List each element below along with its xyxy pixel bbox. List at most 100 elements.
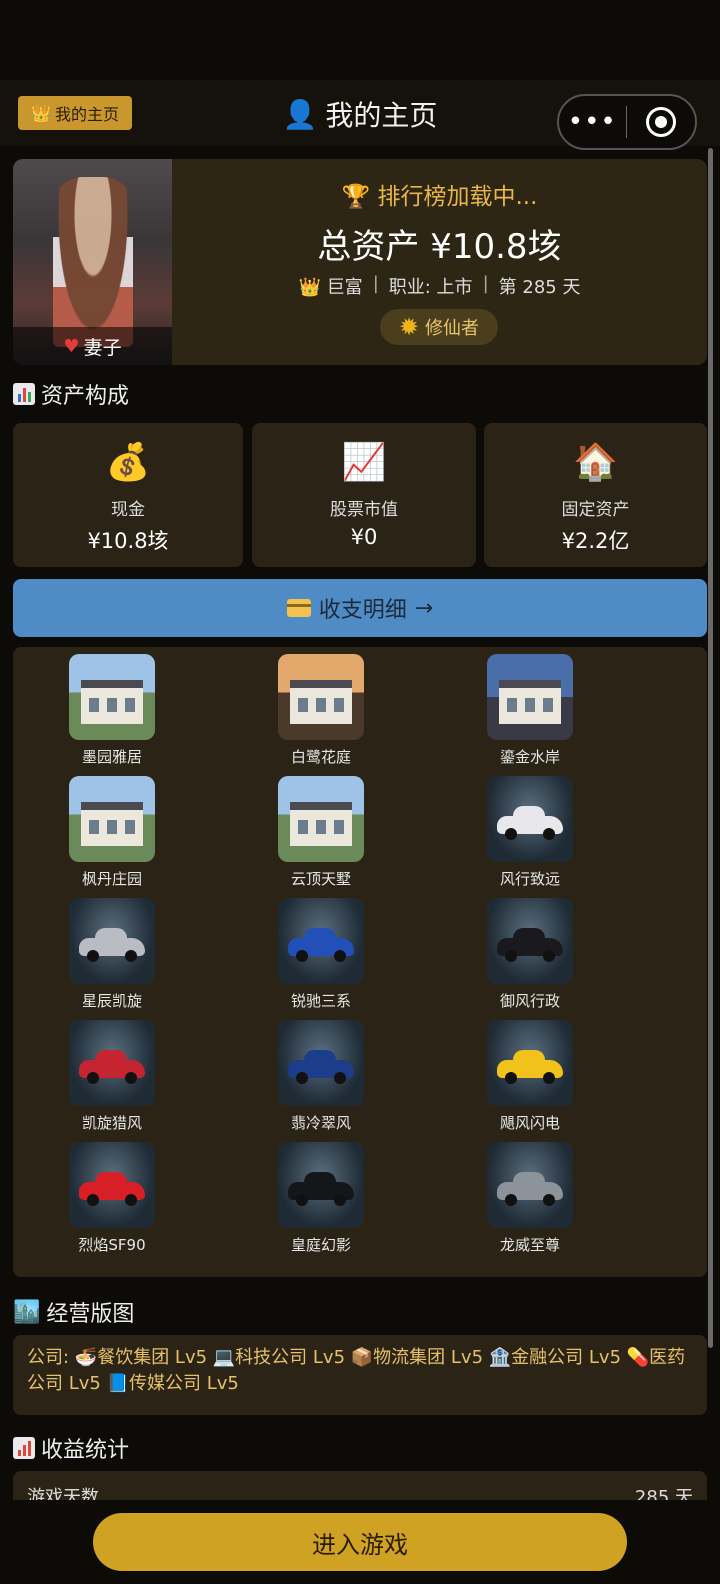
property-gallery: 墨园雅居 白鹭花庭 鎏金水岸枫丹庄园 云顶天墅 风行致远星辰凯旋 锐驰三系 御风行政凯旋猎风… <box>13 647 707 1277</box>
chart-up-icon <box>13 1437 35 1459</box>
house-thumbnail <box>69 654 155 740</box>
spouse-portrait-image <box>53 177 133 347</box>
meta-divider: | <box>482 273 489 294</box>
car-item[interactable]: 风行致远 <box>475 776 585 889</box>
profile-info: 🏆 排行榜加载中... 总资产 ¥10.8垓 👑 巨富 | 职业: 上市 | 第… <box>172 159 707 365</box>
house-item[interactable]: 鎏金水岸 <box>475 654 585 767</box>
car-item[interactable]: 翡冷翠风 <box>266 1020 376 1133</box>
trophy-icon: 🏆 <box>341 184 371 210</box>
car-item[interactable]: 龙威至尊 <box>475 1142 585 1255</box>
ledger-button[interactable]: 收支明细 → <box>13 579 707 637</box>
car-item[interactable]: 皇庭幻影 <box>266 1142 376 1255</box>
more-menu-icon[interactable]: ••• <box>559 107 626 137</box>
asset-value: ¥2.2亿 <box>561 529 630 553</box>
gallery-item-label: 鎏金水岸 <box>499 748 560 766</box>
gallery-item-label: 枫丹庄园 <box>81 870 142 888</box>
asset-fixed: 🏠 固定资产 ¥2.2亿 <box>484 423 707 567</box>
car-thumbnail <box>69 898 155 984</box>
house-thumbnail <box>278 654 364 740</box>
gallery-item-label: 凯旋猎风 <box>81 1114 142 1132</box>
business-section-title-text: 经营版图 <box>46 1302 135 1327</box>
car-thumbnail <box>487 1142 573 1228</box>
heart-icon: ♥ <box>63 335 80 357</box>
assets-section-title-text: 资产构成 <box>41 384 130 409</box>
arrow-right-icon: → <box>414 595 434 621</box>
credit-card-icon <box>286 599 311 617</box>
close-target-button[interactable] <box>627 107 695 137</box>
asset-label: 现金 <box>111 500 145 520</box>
stats-section-title: 收益统计 <box>13 1432 129 1464</box>
gallery-item-label: 龙威至尊 <box>499 1236 560 1254</box>
page-title-text: 我的主页 <box>325 99 438 132</box>
target-icon <box>645 107 676 137</box>
bank-icon: 🏙️ <box>13 1299 41 1325</box>
gallery-item-label: 锐驰三系 <box>290 992 351 1010</box>
rank-status-text: 排行榜加载中... <box>377 184 538 210</box>
car-thumbnail <box>487 1020 573 1106</box>
car-thumbnail <box>278 898 364 984</box>
title-chip[interactable]: ✹ 修仙者 <box>380 309 498 345</box>
car-thumbnail <box>487 898 573 984</box>
house-thumbnail <box>69 776 155 862</box>
mini-program-capsule: ••• <box>557 94 697 150</box>
car-item[interactable]: 凯旋猎风 <box>57 1020 167 1133</box>
job-text: 职业: 上市 <box>388 277 473 298</box>
money-bag-icon: 💰 <box>105 442 151 483</box>
gallery-item-label: 风行致远 <box>499 870 560 888</box>
business-section-title: 🏙️ 经营版图 <box>13 1296 134 1328</box>
assets-section-title: 资产构成 <box>13 378 129 410</box>
car-thumbnail <box>69 1142 155 1228</box>
car-item[interactable]: 御风行政 <box>475 898 585 1011</box>
car-item[interactable]: 锐驰三系 <box>266 898 376 1011</box>
ledger-button-label: 收支明细 <box>318 598 407 623</box>
house-item[interactable]: 枫丹庄园 <box>57 776 167 889</box>
title-chip-text: 修仙者 <box>425 318 480 339</box>
asset-stocks: 📈 股票市值 ¥0 <box>252 423 476 567</box>
house-icon: 🏠 <box>573 442 618 483</box>
spouse-avatar[interactable]: ♥ 妻子 <box>13 159 172 365</box>
asset-cash: 💰 现金 ¥10.8垓 <box>13 423 243 567</box>
nav-header: 👑 我的主页 👤 我的主页 ••• <box>0 80 720 150</box>
car-thumbnail <box>278 1020 364 1106</box>
asset-label: 股票市值 <box>330 500 398 520</box>
car-item[interactable]: 飓风闪电 <box>475 1020 585 1133</box>
meta-divider: | <box>372 273 379 294</box>
bottom-bar: 进入游戏 <box>0 1500 720 1584</box>
house-item[interactable]: 云顶天墅 <box>266 776 376 889</box>
gallery-item-label: 御风行政 <box>499 992 560 1010</box>
house-thumbnail <box>487 654 573 740</box>
enter-game-button[interactable]: 进入游戏 <box>93 1513 627 1571</box>
car-thumbnail <box>487 776 573 862</box>
car-thumbnail <box>69 1020 155 1106</box>
car-item[interactable]: 烈焰SF90 <box>57 1142 167 1255</box>
profile-card: ♥ 妻子 🏆 排行榜加载中... 总资产 ¥10.8垓 👑 巨富 | 职业: 上… <box>13 159 707 365</box>
total-assets: 总资产 ¥10.8垓 <box>317 227 562 267</box>
gallery-item-label: 星辰凯旋 <box>81 992 142 1010</box>
wealth-tier: 👑 巨富 <box>298 277 363 298</box>
crown-icon: 👑 <box>298 277 321 298</box>
user-icon: 👤 <box>282 97 318 131</box>
car-thumbnail <box>278 1142 364 1228</box>
scrollbar[interactable] <box>708 148 713 1348</box>
gallery-item-label: 皇庭幻影 <box>290 1236 351 1254</box>
gallery-item-label: 烈焰SF90 <box>78 1236 146 1254</box>
day-count: 第 285 天 <box>498 277 581 298</box>
business-list: 公司: 🍜餐饮集团 Lv5 💻科技公司 Lv5 📦物流集团 Lv5 🏦金融公司 … <box>13 1335 707 1415</box>
gallery-item-label: 墨园雅居 <box>81 748 142 766</box>
house-item[interactable]: 白鹭花庭 <box>266 654 376 767</box>
gallery-item-label: 飓风闪电 <box>499 1114 560 1132</box>
profile-meta: 👑 巨富 | 职业: 上市 | 第 285 天 <box>172 273 707 299</box>
asset-value: ¥0 <box>350 525 378 549</box>
asset-value: ¥10.8垓 <box>87 529 169 553</box>
spouse-label-text: 妻子 <box>83 336 122 359</box>
sun-icon: ✹ <box>398 313 420 341</box>
gallery-item-label: 云顶天墅 <box>290 870 351 888</box>
house-item[interactable]: 墨园雅居 <box>57 654 167 767</box>
gallery-item-label: 翡冷翠风 <box>290 1114 351 1132</box>
stats-section-title-text: 收益统计 <box>41 1438 130 1463</box>
status-bar <box>0 0 720 80</box>
rank-status: 🏆 排行榜加载中... <box>172 177 707 211</box>
spouse-label: ♥ 妻子 <box>13 327 172 365</box>
house-thumbnail <box>278 776 364 862</box>
car-item[interactable]: 星辰凯旋 <box>57 898 167 1011</box>
